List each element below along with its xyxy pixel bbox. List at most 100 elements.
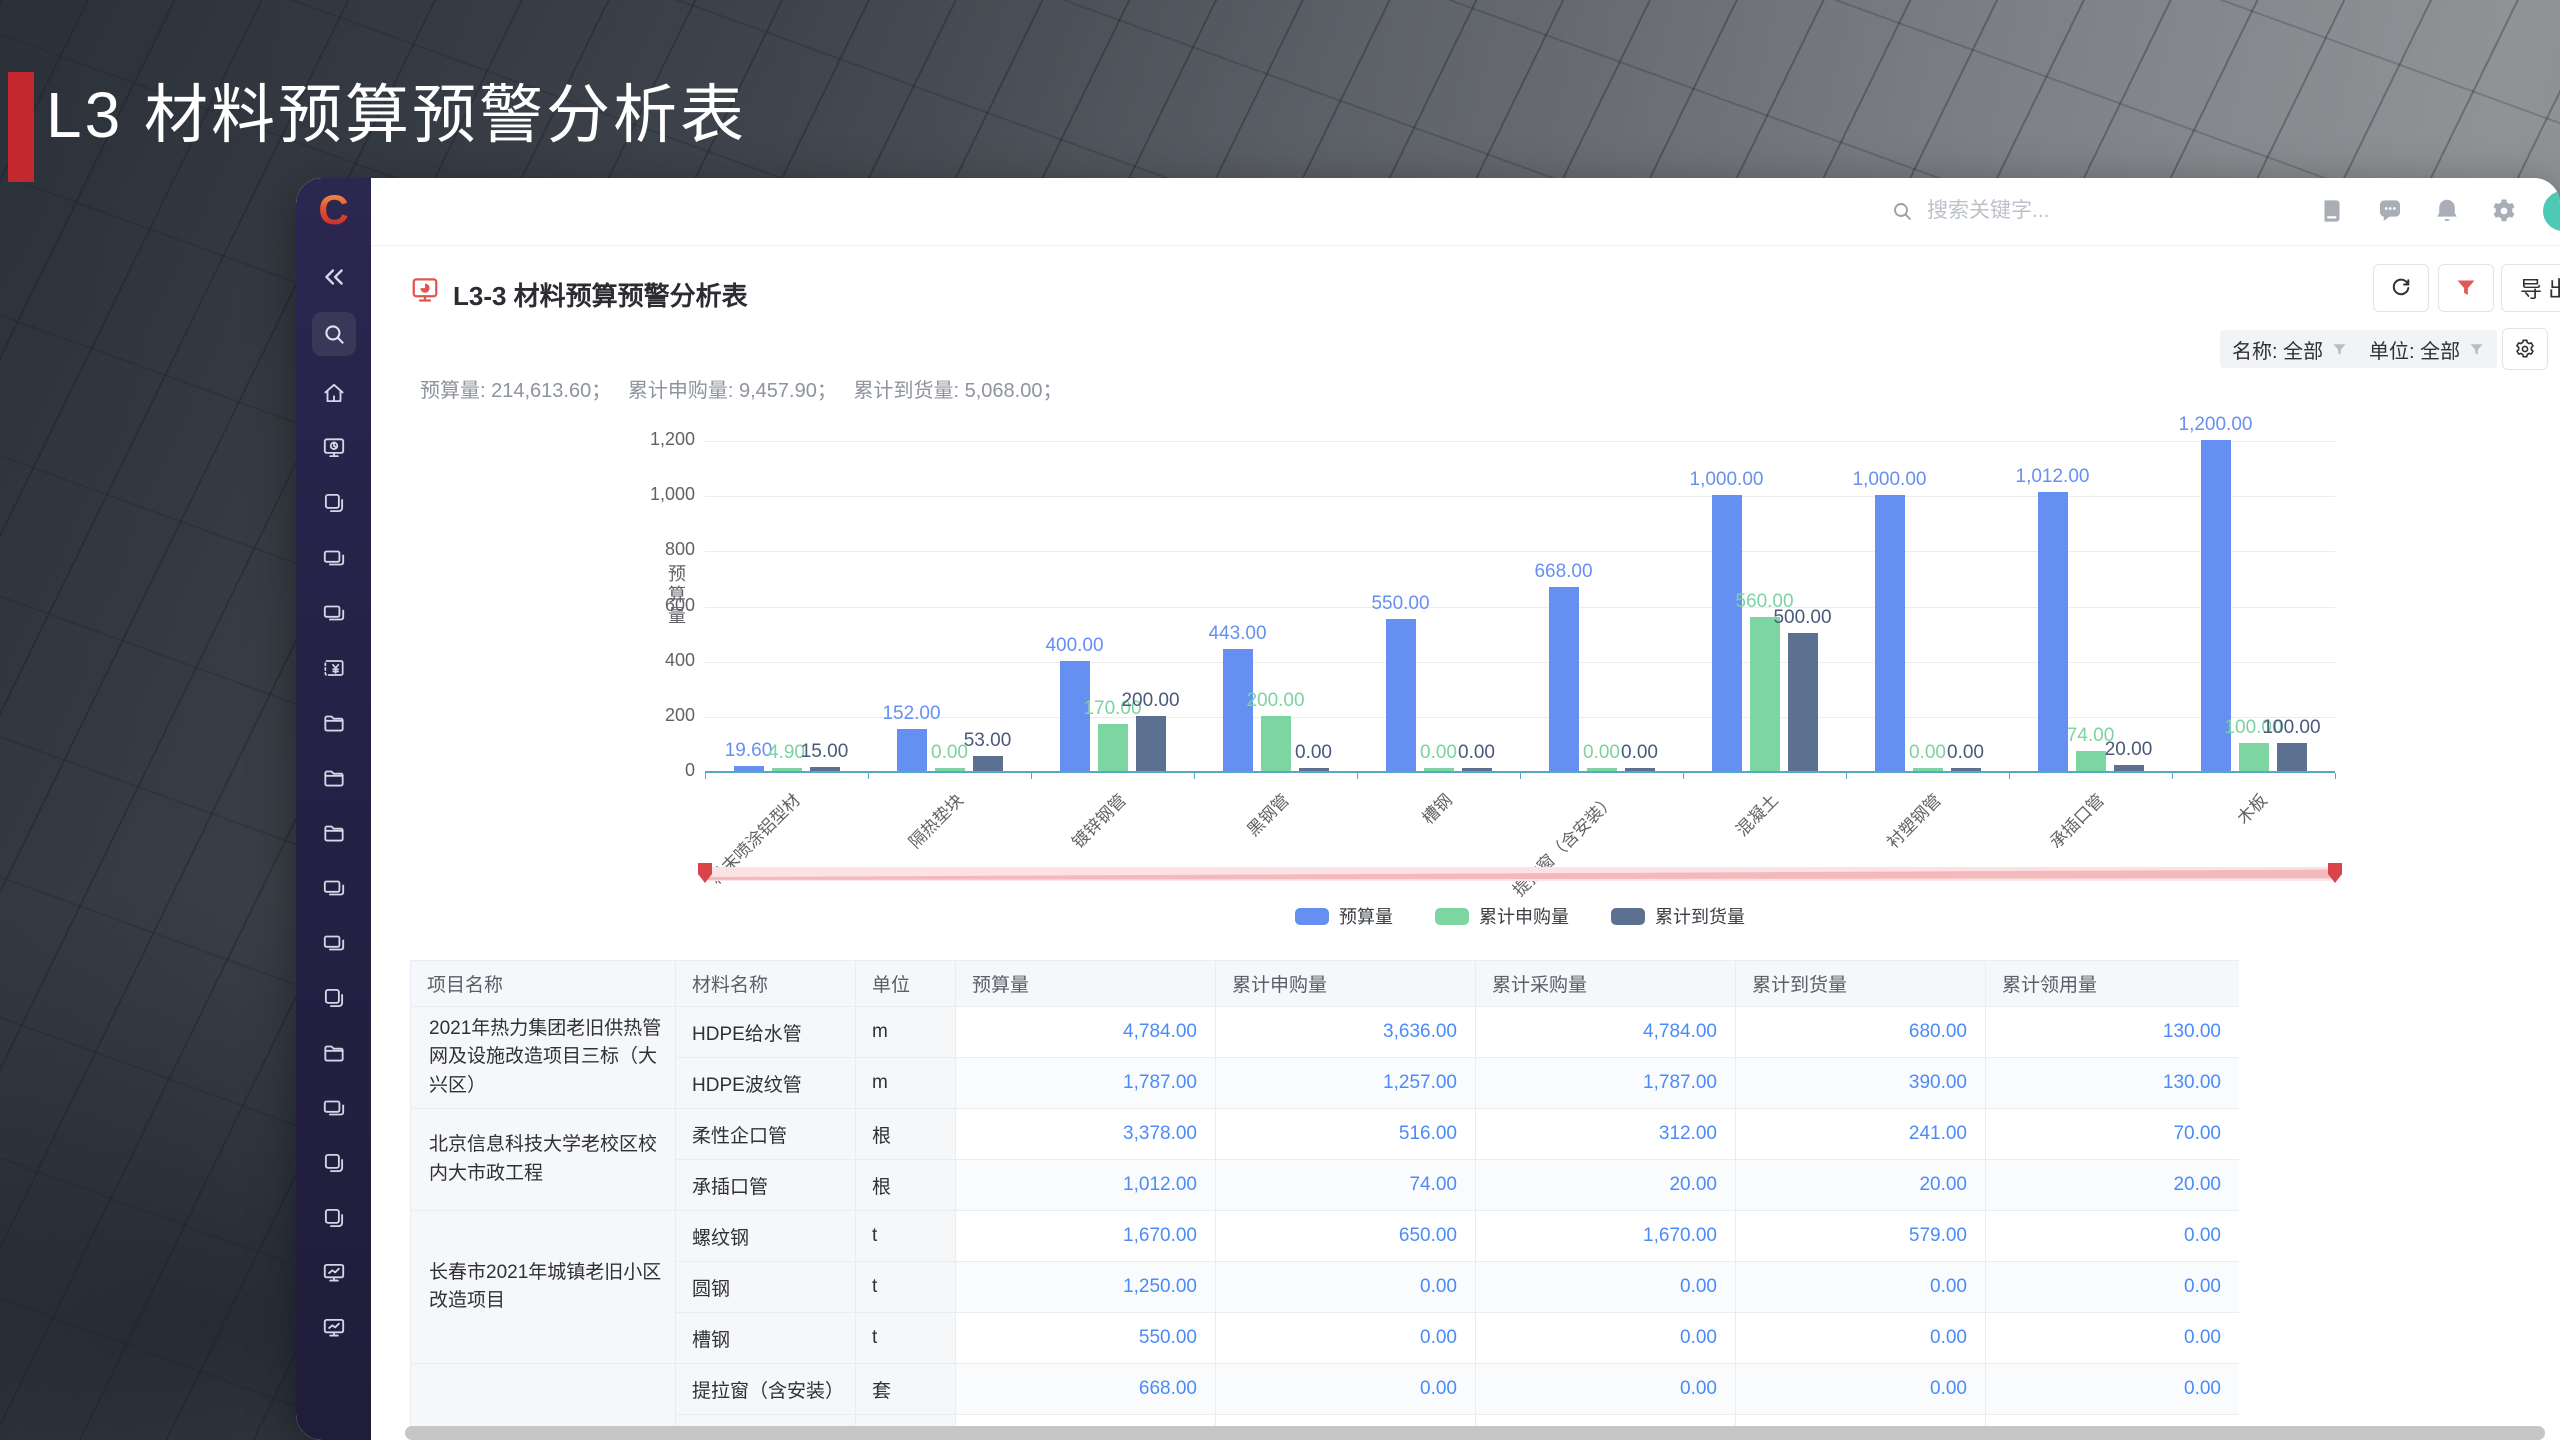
table-header-row: 项目名称 材料名称 单位 预算量 累计申购量 累计采购量 累计到货量 累计领用量 <box>410 960 2239 1007</box>
table-row: 槽钢 t 550.00 0.00 0.00 0.00 0.00 <box>411 1312 2239 1364</box>
bar-累计到货量-衬塑钢管[interactable] <box>1950 768 1981 771</box>
notification-bell-icon[interactable] <box>2432 196 2462 226</box>
app-logo[interactable]: C <box>314 189 354 231</box>
export-button[interactable]: 导 出 <box>2501 264 2560 312</box>
refresh-button[interactable] <box>2373 264 2429 312</box>
gridline <box>705 606 2335 608</box>
value-cell: 70.00 <box>1985 1108 2239 1160</box>
sidebar-item-layers-14[interactable] <box>321 1150 347 1176</box>
sidebar-item-layers-11[interactable] <box>321 985 347 1011</box>
bar-累计到货量-承插口管[interactable] <box>2113 765 2144 771</box>
bar-累计申购量-提拉窗（含安装）[interactable] <box>1586 768 1617 771</box>
bar-累计到货量-黑钢管[interactable] <box>1298 768 1329 771</box>
y-axis-tick-label: 1,000 <box>649 484 695 505</box>
bar-累计到货量-槽钢[interactable] <box>1461 768 1492 771</box>
bar-累计申购量-槽钢[interactable] <box>1423 768 1454 771</box>
column-settings-button[interactable] <box>2502 328 2548 370</box>
totals-summary: 预算量: 214,613.60； 累计申购量: 9,457.90； 累计到货量:… <box>420 380 1063 402</box>
filter-chip-name[interactable]: 名称: 全部 <box>2220 330 2361 368</box>
bar-预算量-粉末喷涂铝型材[interactable] <box>733 765 764 771</box>
collapse-sidebar-icon[interactable] <box>321 264 347 290</box>
bar-累计到货量-提拉窗（含安装）[interactable] <box>1624 768 1655 771</box>
sidebar-item-layers-2[interactable] <box>321 490 347 516</box>
value-cell: 668.00 <box>955 1363 1216 1415</box>
sidebar-item-invoice-5[interactable] <box>321 655 347 681</box>
project-name-cell <box>410 1363 676 1428</box>
column-header-材料名称: 材料名称 <box>675 960 856 1007</box>
sidebar-item-home-0[interactable] <box>321 380 347 406</box>
x-axis-tick <box>1031 773 1032 779</box>
sidebar-item-dashboard-1[interactable] <box>321 435 347 461</box>
sidebar-item-windows-3[interactable] <box>321 545 347 571</box>
sidebar-search-button[interactable] <box>311 312 356 356</box>
gear-icon <box>2513 337 2537 361</box>
bar-value-label: 0.00 <box>1458 742 1495 763</box>
y-axis-tick-label: 200 <box>664 704 695 725</box>
legend-swatch <box>1611 907 1645 925</box>
sidebar-item-folder-12[interactable] <box>321 1040 347 1066</box>
global-search-input[interactable] <box>1927 190 2217 232</box>
bar-累计申购量-镀锌钢管[interactable] <box>1097 724 1128 771</box>
bar-累计到货量-隔热垫块[interactable] <box>972 756 1003 771</box>
hero-accent-bar <box>8 72 34 182</box>
sidebar-item-chart-monitor-17[interactable] <box>321 1315 347 1341</box>
message-icon[interactable] <box>2375 196 2405 226</box>
manual-book-icon[interactable] <box>2317 196 2347 226</box>
bar-累计到货量-粉末喷涂铝型材[interactable] <box>809 766 840 771</box>
bar-value-label: 500.00 <box>1773 607 1832 629</box>
bar-预算量-混凝土[interactable] <box>1711 495 1742 771</box>
bar-累计申购量-粉末喷涂铝型材[interactable] <box>771 768 802 771</box>
legend-item-累计申购量[interactable]: 累计申购量 <box>1435 903 1569 929</box>
bar-累计到货量-混凝土[interactable] <box>1787 633 1818 771</box>
bar-累计申购量-衬塑钢管[interactable] <box>1912 768 1943 771</box>
bar-累计申购量-混凝土[interactable] <box>1749 616 1780 771</box>
legend-label: 预算量 <box>1339 907 1393 927</box>
value-cell: 650.00 <box>1215 1210 1476 1262</box>
project-name-cell: 长春市2021年城镇老旧小区改造项目 <box>410 1210 676 1364</box>
value-cell: 20.00 <box>1475 1159 1736 1211</box>
sidebar-item-windows-13[interactable] <box>321 1095 347 1121</box>
value-cell: 0.00 <box>1215 1312 1476 1364</box>
y-axis-tick-label: 800 <box>664 539 695 560</box>
bar-预算量-衬塑钢管[interactable] <box>1874 495 1905 771</box>
bar-value-label: 550.00 <box>1371 593 1430 615</box>
value-cell: 4,784.00 <box>955 1006 1216 1058</box>
bar-累计到货量-镀锌钢管[interactable] <box>1135 715 1166 771</box>
bar-value-label: 100.00 <box>2262 717 2321 739</box>
horizontal-scrollbar-thumb[interactable] <box>405 1426 2545 1440</box>
chart-legend: 预算量 累计申购量 累计到货量 <box>705 903 2335 929</box>
table-row: 承插口管根 1,012.00 74.00 20.00 20.00 20.00 <box>411 1159 2239 1211</box>
y-axis-tick-label: 0 <box>684 760 695 780</box>
filter-button[interactable] <box>2438 264 2494 312</box>
value-cell: 130.00 <box>1985 1057 2239 1109</box>
value-cell: 0.00 <box>1985 1261 2239 1313</box>
sidebar-item-folder-7[interactable] <box>321 765 347 791</box>
sidebar-item-folder-6[interactable] <box>321 710 347 736</box>
bar-累计到货量-木板[interactable] <box>2276 743 2307 771</box>
legend-item-累计到货量[interactable]: 累计到货量 <box>1611 903 1745 929</box>
gridline <box>705 441 2335 442</box>
sidebar-item-chart-monitor-16[interactable] <box>321 1260 347 1286</box>
y-axis-tick-label: 400 <box>664 649 695 670</box>
search-icon <box>321 321 347 347</box>
sidebar-item-windows-9[interactable] <box>321 875 347 901</box>
filter-chip-unit[interactable]: 单位: 全部 <box>2357 330 2498 368</box>
sidebar-item-windows-10[interactable] <box>321 930 347 956</box>
bar-累计申购量-隔热垫块[interactable] <box>934 768 965 771</box>
value-cell: 20.00 <box>1985 1159 2239 1211</box>
sidebar-item-windows-4[interactable] <box>321 600 347 626</box>
settings-gear-icon[interactable] <box>2489 196 2519 226</box>
value-cell: 680.00 <box>1735 1006 1986 1058</box>
materials-table: 项目名称 材料名称 单位 预算量 累计申购量 累计采购量 累计到货量 累计领用量 2021年热力… <box>410 960 2239 1428</box>
sidebar-item-layers-15[interactable] <box>321 1205 347 1231</box>
y-axis-tick-label: 1,200 <box>649 429 695 449</box>
bar-value-label: 668.00 <box>1534 560 1593 582</box>
sidebar-item-folder-8[interactable] <box>321 820 347 846</box>
chart-zoom-slider[interactable] <box>698 862 2342 886</box>
bar-累计申购量-木板[interactable] <box>2238 743 2269 771</box>
value-cell: 0.00 <box>1475 1363 1736 1415</box>
user-avatar[interactable] <box>2543 191 2560 231</box>
legend-item-预算量[interactable]: 预算量 <box>1295 903 1393 929</box>
table-row: 圆钢 t 1,250.00 0.00 0.00 0.00 0.00 <box>411 1261 2239 1313</box>
legend-swatch <box>1435 907 1469 925</box>
